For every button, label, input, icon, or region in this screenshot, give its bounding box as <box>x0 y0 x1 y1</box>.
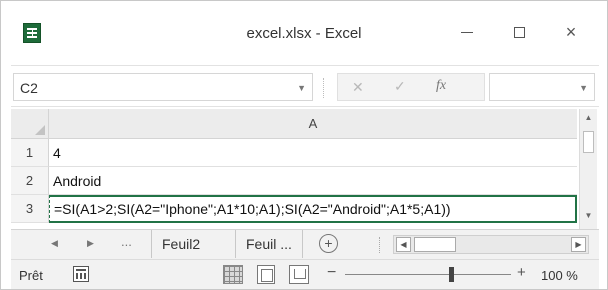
minimize-icon <box>461 31 473 33</box>
normal-view-icon[interactable] <box>223 265 243 284</box>
minimize-button[interactable] <box>447 15 487 49</box>
formula-buttons: ✕ ✓ fx <box>337 73 485 101</box>
formula-input[interactable]: ▼ <box>489 73 595 101</box>
select-all-corner[interactable] <box>11 109 49 139</box>
horizontal-scrollbar[interactable]: ◀ ▶ <box>393 235 589 254</box>
row-header-3[interactable]: 3 <box>11 195 49 223</box>
status-ready: Prêt <box>19 268 43 283</box>
worksheet-grid: A 1 4 2 Android 3 =SI(A1>2;SI(A2="Iphone… <box>11 109 599 229</box>
excel-window: excel.xlsx - Excel × C2 ▼ ✕ ✓ fx ▼ A 1 4… <box>0 0 608 290</box>
expand-formula-icon[interactable]: ▼ <box>579 83 588 93</box>
formula-bar: C2 ▼ ✕ ✓ fx ▼ <box>11 65 599 107</box>
insert-function-icon[interactable]: fx <box>436 78 446 94</box>
tabs-splitter[interactable] <box>379 237 383 253</box>
sheet-tab-feuil[interactable]: Feuil ... <box>235 230 303 258</box>
zoom-in-button[interactable]: + <box>517 264 526 281</box>
macro-recording-icon[interactable] <box>73 266 89 282</box>
cell-a1[interactable]: 4 <box>49 139 577 167</box>
page-layout-view-icon[interactable] <box>257 265 275 284</box>
enter-icon[interactable]: ✓ <box>394 78 406 95</box>
maximize-button[interactable] <box>499 15 539 49</box>
maximize-icon <box>513 26 525 38</box>
scroll-right-icon[interactable]: ▶ <box>571 237 586 252</box>
horizontal-scroll-thumb[interactable] <box>414 237 456 252</box>
zoom-level[interactable]: 100 % <box>541 268 578 283</box>
page-break-view-icon[interactable] <box>289 265 309 284</box>
name-box-value: C2 <box>20 80 38 96</box>
status-bar: Prêt − + 100 % <box>11 259 599 289</box>
cell-a3[interactable]: =SI(A1>2;SI(A2="Iphone";A1*10;A1);SI(A2=… <box>49 195 577 223</box>
scroll-left-icon[interactable]: ◀ <box>396 237 411 252</box>
title-bar: excel.xlsx - Excel × <box>1 1 607 63</box>
vertical-scrollbar[interactable]: ▲ ▼ <box>579 109 597 229</box>
cancel-icon[interactable]: ✕ <box>352 79 364 96</box>
chevron-down-icon[interactable]: ▼ <box>297 83 306 93</box>
cell-a2[interactable]: Android <box>49 167 577 195</box>
scroll-down-icon[interactable]: ▼ <box>580 211 597 225</box>
zoom-out-button[interactable]: − <box>327 264 336 282</box>
column-header-a[interactable]: A <box>49 109 577 139</box>
scroll-up-icon[interactable]: ▲ <box>580 113 597 127</box>
previous-sheet-icon[interactable]: ◀ <box>51 238 58 249</box>
zoom-slider-track[interactable] <box>345 274 511 275</box>
row-header-2[interactable]: 2 <box>11 167 49 195</box>
row-header-1[interactable]: 1 <box>11 139 49 167</box>
close-button[interactable]: × <box>551 15 591 49</box>
add-sheet-icon[interactable]: + <box>319 234 338 253</box>
sheet-tabs-bar: ◀ ▶ ... Feuil2 Feuil ... + ◀ ▶ <box>11 229 599 259</box>
more-sheets-button[interactable]: ... <box>121 234 132 249</box>
sheet-tab-feuil2[interactable]: Feuil2 <box>151 230 210 258</box>
zoom-slider-thumb[interactable] <box>449 267 454 282</box>
vertical-scroll-thumb[interactable] <box>583 131 594 153</box>
name-box[interactable]: C2 ▼ <box>13 73 313 101</box>
next-sheet-icon[interactable]: ▶ <box>87 238 94 249</box>
formula-bar-separator[interactable] <box>323 78 327 98</box>
